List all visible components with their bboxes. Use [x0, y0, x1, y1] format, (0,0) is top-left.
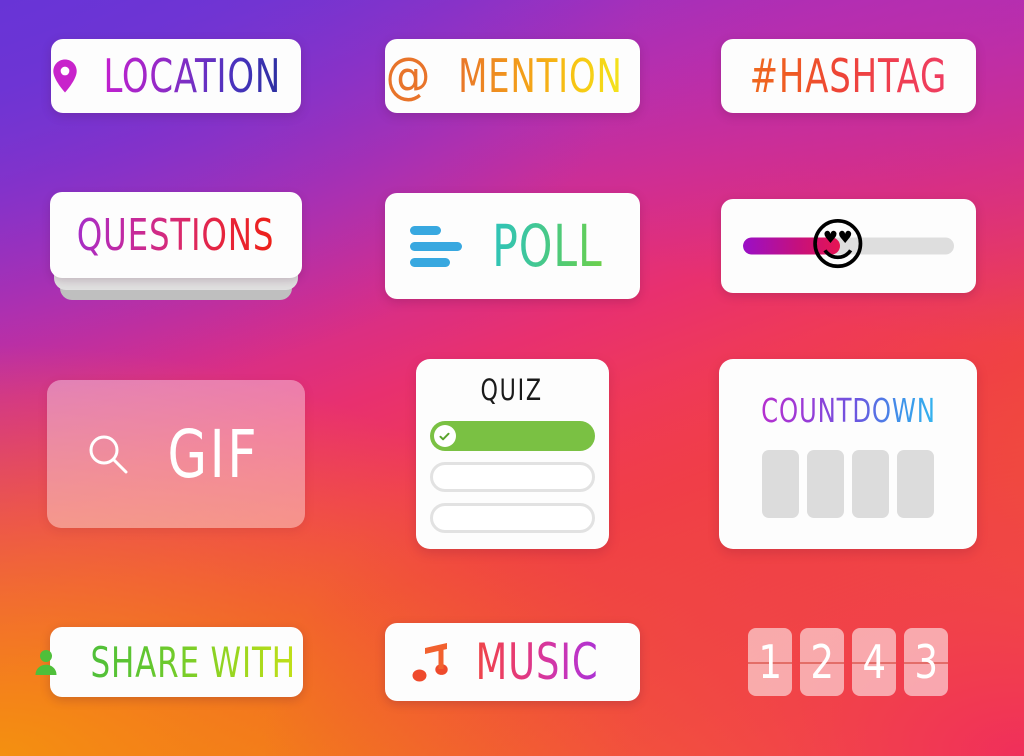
quiz-title: QUIZ: [480, 373, 544, 407]
flip-digit: 4: [862, 635, 886, 689]
sticker-location-label: LOCATION: [103, 49, 281, 103]
questions-card-front: QUESTIONS: [50, 192, 302, 278]
countdown-box: [852, 449, 889, 518]
cell-flip-clock: 1 2 4 3: [680, 628, 1016, 696]
quiz-option-empty[interactable]: [429, 503, 595, 533]
sticker-questions[interactable]: QUESTIONS: [50, 192, 302, 300]
flip-digit-tile: 3: [904, 628, 948, 696]
flip-digit-tile: 1: [748, 628, 792, 696]
sticker-hashtag-label: #HASHTAG: [749, 49, 947, 103]
cell-music: MUSIC: [344, 623, 680, 701]
sticker-gif-label: GIF: [167, 415, 259, 493]
stickers-canvas: LOCATION @ MENTION #HASHTAG QUESTIONS PO…: [0, 0, 1024, 756]
sticker-hashtag[interactable]: #HASHTAG: [720, 39, 976, 113]
sticker-share-with-label: SHARE WITH: [90, 637, 296, 687]
cell-emoji-slider: 😍: [680, 199, 1016, 293]
sticker-mention[interactable]: @ MENTION: [384, 39, 640, 113]
search-icon: [89, 435, 128, 474]
location-pin-icon: [53, 59, 77, 93]
sticker-gif[interactable]: GIF: [47, 380, 305, 528]
sticker-emoji-slider[interactable]: 😍: [720, 199, 976, 293]
cell-countdown: COUNTDOWN: [680, 359, 1016, 549]
flip-digit: 1: [758, 635, 782, 689]
cell-gif: GIF: [8, 380, 344, 528]
countdown-box: [762, 449, 799, 518]
sticker-grid: LOCATION @ MENTION #HASHTAG QUESTIONS PO…: [0, 0, 1024, 756]
sticker-music[interactable]: MUSIC: [384, 623, 640, 701]
cell-share-with: SHARE WITH: [8, 627, 344, 697]
quiz-option-empty[interactable]: [429, 462, 595, 492]
sticker-flip-clock[interactable]: 1 2 4 3: [748, 628, 948, 696]
sticker-poll-label: POLL: [491, 212, 603, 280]
sticker-mention-label: MENTION: [458, 49, 623, 103]
at-symbol-icon: @: [385, 47, 431, 105]
sticker-countdown-label: COUNTDOWN: [760, 390, 936, 430]
cell-poll: POLL: [344, 193, 680, 299]
countdown-placeholder-boxes: [762, 449, 934, 518]
cell-questions: QUESTIONS: [8, 192, 344, 300]
music-note-icon: [412, 643, 448, 682]
checkmark-icon: [433, 425, 456, 447]
person-icon: [35, 650, 57, 675]
cell-mention: @ MENTION: [344, 39, 680, 113]
cell-location: LOCATION: [8, 39, 344, 113]
flip-digit: 2: [810, 635, 834, 689]
cell-quiz: QUIZ: [344, 359, 680, 549]
flip-digit-tile: 2: [800, 628, 844, 696]
countdown-box: [897, 449, 934, 518]
sticker-music-label: MUSIC: [475, 633, 599, 691]
sticker-location[interactable]: LOCATION: [51, 39, 301, 113]
flip-digit: 3: [914, 635, 938, 689]
sticker-quiz[interactable]: QUIZ: [415, 359, 609, 549]
sticker-countdown[interactable]: COUNTDOWN: [719, 359, 977, 549]
sticker-poll[interactable]: POLL: [384, 193, 640, 299]
sticker-share-with[interactable]: SHARE WITH: [35, 627, 303, 697]
quiz-option-correct[interactable]: [429, 421, 595, 451]
poll-bars-icon: [409, 225, 462, 267]
emoji-slider-thumb[interactable]: 😍: [809, 218, 867, 274]
quiz-options: [429, 421, 595, 533]
sticker-questions-label: QUESTIONS: [77, 209, 275, 261]
cell-hashtag: #HASHTAG: [680, 39, 1016, 113]
countdown-box: [807, 449, 844, 518]
flip-digit-tile: 4: [852, 628, 896, 696]
